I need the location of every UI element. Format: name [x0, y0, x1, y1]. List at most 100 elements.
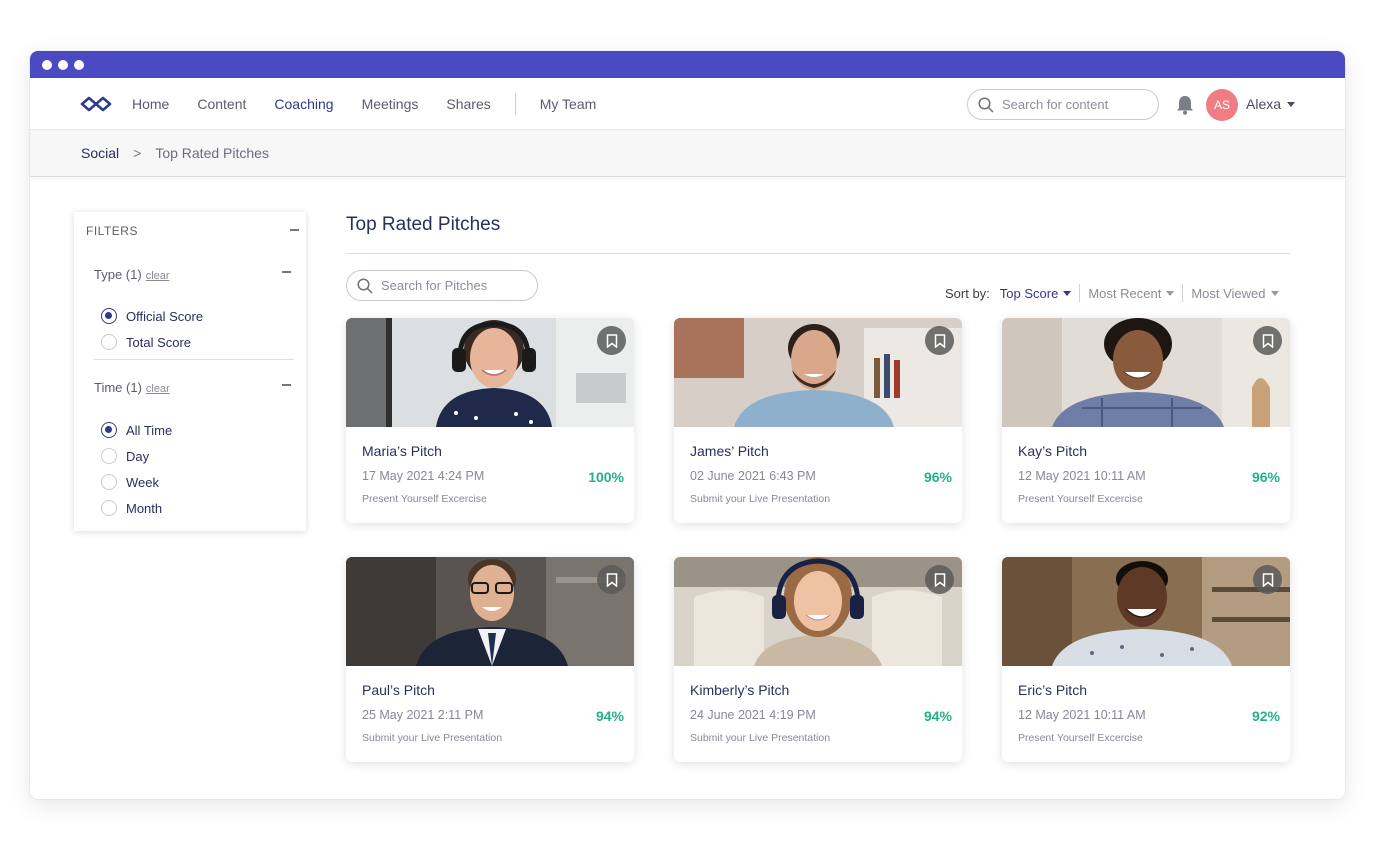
- radio-checked-icon[interactable]: [101, 308, 117, 324]
- bookmark-button[interactable]: [1253, 565, 1282, 594]
- collapse-type-icon[interactable]: [282, 271, 291, 273]
- pitch-score: 92%: [1251, 708, 1280, 724]
- bookmark-icon: [934, 333, 945, 348]
- nav-shares[interactable]: Shares: [446, 96, 490, 112]
- pitch-thumbnail[interactable]: [346, 318, 634, 427]
- pitch-search-box[interactable]: [346, 270, 538, 301]
- radio-week[interactable]: Week: [101, 474, 159, 490]
- collapse-time-icon[interactable]: [282, 384, 291, 386]
- pitch-exercise: Present Yourself Excercise: [1018, 732, 1143, 744]
- sort-most-viewed[interactable]: Most Viewed: [1183, 286, 1286, 301]
- nav-my-team[interactable]: My Team: [540, 96, 597, 112]
- bookmark-icon: [606, 572, 617, 587]
- breadcrumb-current: Top Rated Pitches: [155, 145, 269, 161]
- notification-bell-icon[interactable]: [1174, 94, 1196, 116]
- page-title: Top Rated Pitches: [346, 214, 501, 235]
- sort-option-label: Most Recent: [1088, 285, 1162, 301]
- pitch-card[interactable]: Eric’s Pitch 12 May 2021 10:11 AM Presen…: [1002, 557, 1290, 762]
- nav-meetings[interactable]: Meetings: [362, 96, 419, 112]
- pitch-exercise: Present Yourself Excercise: [362, 493, 487, 505]
- nav-content[interactable]: Content: [197, 96, 246, 112]
- pitch-name[interactable]: Kay’s Pitch: [1018, 443, 1087, 459]
- person-photo-icon: [674, 557, 962, 666]
- avatar-initials: AS: [1213, 98, 1230, 112]
- pitch-search-input[interactable]: [381, 278, 521, 293]
- radio-checked-icon[interactable]: [101, 422, 117, 438]
- radio-unchecked-icon[interactable]: [101, 448, 117, 464]
- pitch-name[interactable]: Maria’s Pitch: [362, 443, 442, 459]
- bookmark-icon: [934, 572, 945, 587]
- caret-down-icon: [1270, 290, 1279, 296]
- pitch-name[interactable]: Paul’s Pitch: [362, 682, 435, 698]
- user-avatar[interactable]: AS: [1206, 89, 1238, 121]
- pitch-score: 100%: [588, 469, 624, 485]
- time-clear-link[interactable]: clear: [146, 383, 170, 395]
- radio-day[interactable]: Day: [101, 448, 149, 464]
- window-dot[interactable]: [58, 59, 68, 70]
- user-menu[interactable]: Alexa: [1246, 96, 1296, 112]
- content-search-input[interactable]: [1002, 97, 1142, 112]
- sort-option-label: Top Score: [999, 285, 1059, 301]
- pitch-date: 12 May 2021 10:11 AM: [1018, 708, 1146, 722]
- infinity-logo-icon[interactable]: [80, 94, 112, 114]
- pitch-card[interactable]: Paul’s Pitch 25 May 2021 2:11 PM Submit …: [346, 557, 634, 762]
- nav-home[interactable]: Home: [132, 96, 169, 112]
- pitch-name[interactable]: Kimberly’s Pitch: [690, 682, 789, 698]
- sort-bar: Sort by: Top Score Most Recent Most View…: [945, 284, 1287, 302]
- radio-label: Month: [126, 500, 163, 516]
- chevron-right-icon: >: [133, 145, 142, 161]
- pitch-thumbnail[interactable]: [674, 318, 962, 427]
- radio-label: All Time: [126, 422, 173, 438]
- breadcrumb: Social > Top Rated Pitches: [30, 130, 1345, 177]
- pitch-card[interactable]: Maria’s Pitch 17 May 2021 4:24 PM Presen…: [346, 318, 634, 523]
- type-filter-title: Type (1) clear: [94, 267, 170, 282]
- pitch-thumbnail[interactable]: [1002, 318, 1290, 427]
- bookmark-button[interactable]: [597, 565, 626, 594]
- caret-down-icon: [1063, 290, 1072, 296]
- pitch-name[interactable]: James’ Pitch: [690, 443, 769, 459]
- radio-total-score[interactable]: Total Score: [101, 334, 191, 350]
- pitch-thumbnail[interactable]: [1002, 557, 1290, 666]
- radio-month[interactable]: Month: [101, 500, 162, 516]
- pitch-thumbnail[interactable]: [346, 557, 634, 666]
- person-photo-icon: [1002, 318, 1290, 427]
- search-icon: [357, 277, 373, 294]
- person-photo-icon: [346, 318, 634, 427]
- sort-option-label: Most Viewed: [1191, 285, 1266, 301]
- filter-divider: [94, 359, 294, 360]
- radio-unchecked-icon[interactable]: [101, 474, 117, 490]
- content-search-box[interactable]: [967, 89, 1159, 120]
- nav-coaching[interactable]: Coaching: [274, 96, 333, 112]
- time-filter-label: Time (1): [94, 380, 142, 395]
- pitch-date: 25 May 2021 2:11 PM: [362, 708, 484, 722]
- radio-official-score[interactable]: Official Score: [101, 308, 203, 324]
- type-clear-link[interactable]: clear: [146, 270, 170, 282]
- pitch-thumbnail[interactable]: [674, 557, 962, 666]
- pitch-date: 12 May 2021 10:11 AM: [1018, 469, 1146, 483]
- pitch-card[interactable]: Kimberly’s Pitch 24 June 2021 4:19 PM Su…: [674, 557, 962, 762]
- breadcrumb-social[interactable]: Social: [81, 145, 119, 161]
- bookmark-button[interactable]: [925, 565, 954, 594]
- filters-panel: FILTERS Type (1) clear Official Score Tot…: [74, 212, 306, 531]
- pitch-score: 96%: [1251, 469, 1280, 485]
- collapse-filters-icon[interactable]: [290, 229, 299, 231]
- radio-all-time[interactable]: All Time: [101, 422, 172, 438]
- bookmark-icon: [1262, 333, 1273, 348]
- radio-unchecked-icon[interactable]: [101, 334, 117, 350]
- caret-down-icon: [1166, 290, 1175, 296]
- person-photo-icon: [346, 557, 634, 666]
- pitch-card[interactable]: James’ Pitch 02 June 2021 6:43 PM Submit…: [674, 318, 962, 523]
- sort-most-recent[interactable]: Most Recent: [1080, 286, 1182, 301]
- radio-unchecked-icon[interactable]: [101, 500, 117, 516]
- pitch-name[interactable]: Eric’s Pitch: [1018, 682, 1087, 698]
- sort-top-score[interactable]: Top Score: [992, 286, 1080, 301]
- window-dot[interactable]: [42, 59, 52, 70]
- pitch-date: 17 May 2021 4:24 PM: [362, 469, 485, 483]
- pitch-exercise: Present Yourself Excercise: [1018, 493, 1143, 505]
- pitch-card[interactable]: Kay’s Pitch 12 May 2021 10:11 AM Present…: [1002, 318, 1290, 523]
- bookmark-button[interactable]: [1253, 326, 1282, 355]
- app-window: Home Content Coaching Meetings Shares My…: [30, 51, 1345, 799]
- bookmark-button[interactable]: [925, 326, 954, 355]
- window-dot[interactable]: [74, 59, 84, 70]
- bookmark-button[interactable]: [597, 326, 626, 355]
